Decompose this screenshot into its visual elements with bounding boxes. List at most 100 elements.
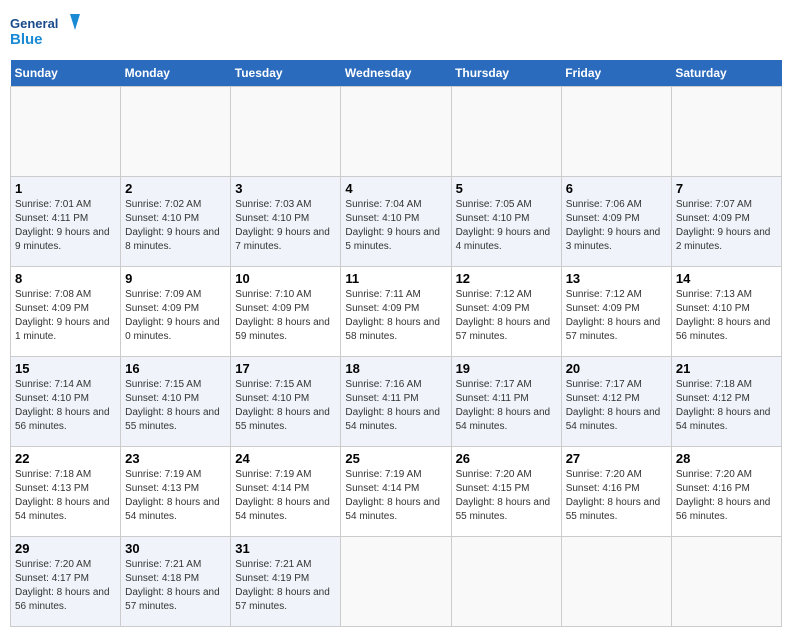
calendar-day-cell (11, 87, 121, 177)
day-number: 23 (125, 451, 226, 466)
calendar-day-cell: 21Sunrise: 7:18 AMSunset: 4:12 PMDayligh… (671, 357, 781, 447)
calendar-day-cell: 1Sunrise: 7:01 AMSunset: 4:11 PMDaylight… (11, 177, 121, 267)
header: General Blue (10, 10, 782, 52)
calendar-week-row (11, 87, 782, 177)
day-of-week-header: Tuesday (231, 60, 341, 87)
calendar-day-cell: 26Sunrise: 7:20 AMSunset: 4:15 PMDayligh… (451, 447, 561, 537)
day-detail: Sunrise: 7:19 AMSunset: 4:14 PMDaylight:… (345, 468, 446, 524)
day-of-week-header: Sunday (11, 60, 121, 87)
day-number: 31 (235, 541, 336, 556)
calendar-week-row: 29 Sunrise: 7:20 AMSunset: 4:17 PMDayligh… (11, 537, 782, 627)
day-detail: Sunrise: 7:18 AMSunset: 4:13 PMDaylight:… (15, 468, 116, 524)
calendar-day-cell: 25 Sunrise: 7:19 AMSunset: 4:14 PMDayligh… (341, 447, 451, 537)
day-detail: Sunrise: 7:13 AMSunset: 4:10 PMDaylight:… (676, 288, 777, 344)
day-number: 19 (456, 361, 557, 376)
day-detail: Sunrise: 7:10 AMSunset: 4:09 PMDaylight:… (235, 288, 336, 344)
calendar-day-cell: 24Sunrise: 7:19 AMSunset: 4:14 PMDayligh… (231, 447, 341, 537)
day-detail: Sunrise: 7:09 AMSunset: 4:09 PMDaylight:… (125, 288, 226, 344)
calendar-day-cell: 15 Sunrise: 7:14 AMSunset: 4:10 PMDayligh… (11, 357, 121, 447)
day-number: 12 (456, 271, 557, 286)
day-detail: Sunrise: 7:11 AMSunset: 4:09 PMDaylight:… (345, 288, 446, 344)
calendar-week-row: 22Sunrise: 7:18 AMSunset: 4:13 PMDayligh… (11, 447, 782, 537)
day-number: 1 (15, 181, 116, 196)
day-number: 20 (566, 361, 667, 376)
day-number: 27 (566, 451, 667, 466)
day-detail: Sunrise: 7:04 AMSunset: 4:10 PMDaylight:… (345, 198, 446, 254)
day-number: 10 (235, 271, 336, 286)
day-number: 17 (235, 361, 336, 376)
calendar-day-cell: 16Sunrise: 7:15 AMSunset: 4:10 PMDayligh… (121, 357, 231, 447)
day-detail: Sunrise: 7:12 AMSunset: 4:09 PMDaylight:… (456, 288, 557, 344)
calendar-day-cell (561, 537, 671, 627)
day-of-week-header: Saturday (671, 60, 781, 87)
calendar-day-cell: 22Sunrise: 7:18 AMSunset: 4:13 PMDayligh… (11, 447, 121, 537)
calendar-day-cell: 18 Sunrise: 7:16 AMSunset: 4:11 PMDayligh… (341, 357, 451, 447)
calendar-day-cell (341, 87, 451, 177)
day-detail: Sunrise: 7:05 AMSunset: 4:10 PMDaylight:… (456, 198, 557, 254)
calendar-day-cell: 27 Sunrise: 7:20 AMSunset: 4:16 PMDayligh… (561, 447, 671, 537)
day-detail: Sunrise: 7:20 AMSunset: 4:16 PMDaylight:… (566, 468, 667, 524)
day-detail: Sunrise: 7:19 AMSunset: 4:14 PMDaylight:… (235, 468, 336, 524)
logo-svg: General Blue (10, 10, 80, 52)
day-detail: Sunrise: 7:16 AMSunset: 4:11 PMDaylight:… (345, 378, 446, 434)
day-detail: Sunrise: 7:12 AMSunset: 4:09 PMDaylight:… (566, 288, 667, 344)
day-number: 2 (125, 181, 226, 196)
day-detail: Sunrise: 7:19 AMSunset: 4:13 PMDaylight:… (125, 468, 226, 524)
day-number: 15 (15, 361, 116, 376)
day-detail: Sunrise: 7:17 AMSunset: 4:11 PMDaylight:… (456, 378, 557, 434)
day-detail: Sunrise: 7:18 AMSunset: 4:12 PMDaylight:… (676, 378, 777, 434)
calendar-week-row: 8 Sunrise: 7:08 AMSunset: 4:09 PMDaylight… (11, 267, 782, 357)
calendar-day-cell: 11 Sunrise: 7:11 AMSunset: 4:09 PMDayligh… (341, 267, 451, 357)
calendar-day-cell: 29 Sunrise: 7:20 AMSunset: 4:17 PMDayligh… (11, 537, 121, 627)
calendar-day-cell: 6Sunrise: 7:06 AMSunset: 4:09 PMDaylight… (561, 177, 671, 267)
calendar-day-cell (451, 87, 561, 177)
calendar-day-cell: 7Sunrise: 7:07 AMSunset: 4:09 PMDaylight… (671, 177, 781, 267)
day-detail: Sunrise: 7:15 AMSunset: 4:10 PMDaylight:… (125, 378, 226, 434)
day-number: 8 (15, 271, 116, 286)
day-detail: Sunrise: 7:20 AMSunset: 4:16 PMDaylight:… (676, 468, 777, 524)
calendar-week-row: 15 Sunrise: 7:14 AMSunset: 4:10 PMDayligh… (11, 357, 782, 447)
day-detail: Sunrise: 7:15 AMSunset: 4:10 PMDaylight:… (235, 378, 336, 434)
calendar-day-cell: 5Sunrise: 7:05 AMSunset: 4:10 PMDaylight… (451, 177, 561, 267)
calendar-day-cell: 19 Sunrise: 7:17 AMSunset: 4:11 PMDayligh… (451, 357, 561, 447)
calendar-day-cell: 4 Sunrise: 7:04 AMSunset: 4:10 PMDaylight… (341, 177, 451, 267)
day-number: 28 (676, 451, 777, 466)
calendar-day-cell (451, 537, 561, 627)
day-detail: Sunrise: 7:06 AMSunset: 4:09 PMDaylight:… (566, 198, 667, 254)
day-detail: Sunrise: 7:21 AMSunset: 4:19 PMDaylight:… (235, 558, 336, 614)
day-number: 14 (676, 271, 777, 286)
day-of-week-header: Wednesday (341, 60, 451, 87)
calendar-day-cell (231, 87, 341, 177)
day-number: 29 (15, 541, 116, 556)
day-number: 18 (345, 361, 446, 376)
calendar-day-cell: 13 Sunrise: 7:12 AMSunset: 4:09 PMDayligh… (561, 267, 671, 357)
calendar-day-cell: 9Sunrise: 7:09 AMSunset: 4:09 PMDaylight… (121, 267, 231, 357)
calendar-day-cell (561, 87, 671, 177)
day-detail: Sunrise: 7:14 AMSunset: 4:10 PMDaylight:… (15, 378, 116, 434)
day-detail: Sunrise: 7:20 AMSunset: 4:15 PMDaylight:… (456, 468, 557, 524)
calendar-day-cell: 3Sunrise: 7:03 AMSunset: 4:10 PMDaylight… (231, 177, 341, 267)
day-number: 13 (566, 271, 667, 286)
calendar-day-cell: 10 Sunrise: 7:10 AMSunset: 4:09 PMDayligh… (231, 267, 341, 357)
day-detail: Sunrise: 7:20 AMSunset: 4:17 PMDaylight:… (15, 558, 116, 614)
calendar-day-cell (671, 87, 781, 177)
calendar-day-cell: 12 Sunrise: 7:12 AMSunset: 4:09 PMDayligh… (451, 267, 561, 357)
calendar-header: SundayMondayTuesdayWednesdayThursdayFrid… (11, 60, 782, 87)
day-number: 25 (345, 451, 446, 466)
calendar-day-cell: 2Sunrise: 7:02 AMSunset: 4:10 PMDaylight… (121, 177, 231, 267)
svg-text:General: General (10, 16, 58, 31)
calendar-table: SundayMondayTuesdayWednesdayThursdayFrid… (10, 60, 782, 627)
calendar-day-cell: 23 Sunrise: 7:19 AMSunset: 4:13 PMDayligh… (121, 447, 231, 537)
day-detail: Sunrise: 7:03 AMSunset: 4:10 PMDaylight:… (235, 198, 336, 254)
calendar-day-cell: 31 Sunrise: 7:21 AMSunset: 4:19 PMDayligh… (231, 537, 341, 627)
day-number: 30 (125, 541, 226, 556)
calendar-day-cell: 30Sunrise: 7:21 AMSunset: 4:18 PMDayligh… (121, 537, 231, 627)
day-number: 4 (345, 181, 446, 196)
day-of-week-header: Thursday (451, 60, 561, 87)
calendar-week-row: 1Sunrise: 7:01 AMSunset: 4:11 PMDaylight… (11, 177, 782, 267)
day-detail: Sunrise: 7:08 AMSunset: 4:09 PMDaylight:… (15, 288, 116, 344)
day-number: 11 (345, 271, 446, 286)
day-number: 7 (676, 181, 777, 196)
calendar-day-cell: 8 Sunrise: 7:08 AMSunset: 4:09 PMDaylight… (11, 267, 121, 357)
calendar-day-cell (341, 537, 451, 627)
